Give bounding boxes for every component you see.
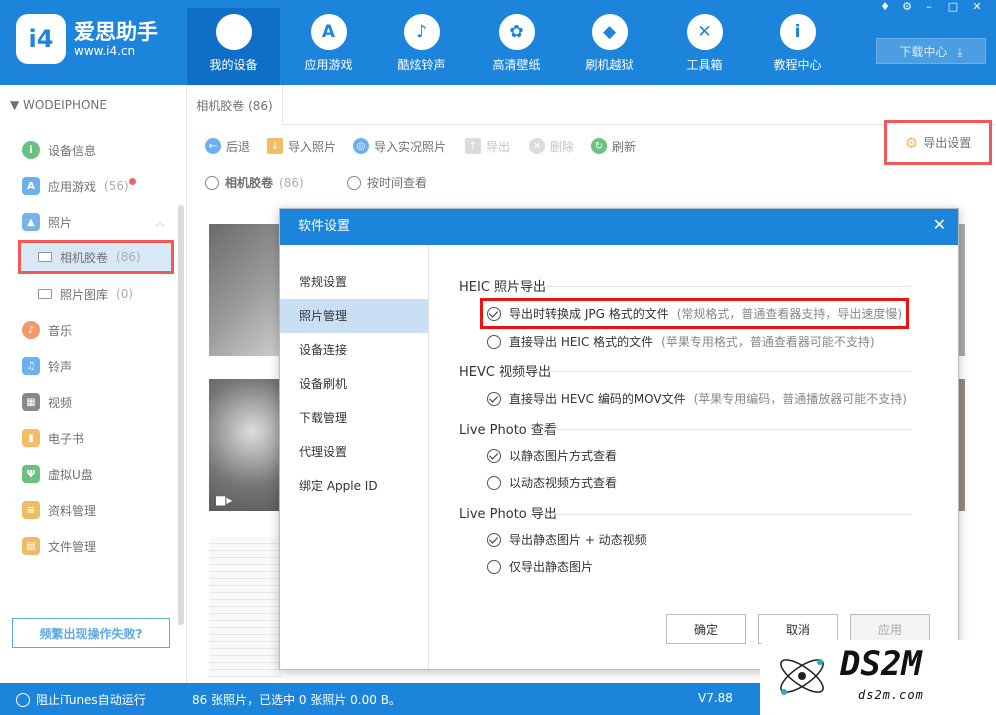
menu-general[interactable]: 常规设置 (280, 265, 428, 299)
option-label: 以静态图片方式查看 (509, 449, 618, 463)
option-label: 仅导出静态图片 (509, 560, 594, 574)
nav-flash-jailbreak[interactable]: ◆ 刷机越狱 (563, 8, 656, 85)
ok-button[interactable]: 确定 (666, 614, 746, 644)
menu-device-flash[interactable]: 设备刷机 (280, 367, 428, 401)
flower-icon: ✿ (498, 14, 535, 50)
settings-menu: 常规设置 照片管理 设备连接 设备刷机 下载管理 代理设置 绑定 Apple I… (280, 245, 429, 669)
option-heic-direct[interactable]: 直接导出 HEIC 格式的文件 (苹果专用格式，普通查看器可能不支持) (487, 333, 875, 350)
section-live-export: Live Photo 导出 (459, 507, 557, 522)
nav-label: 高清壁纸 (492, 58, 541, 72)
settings-icon[interactable]: ⚙ (896, 0, 918, 14)
option-view-static[interactable]: 以静态图片方式查看 (487, 447, 617, 464)
nav-toolbox[interactable]: ✕ 工具箱 (658, 8, 751, 85)
nav-ringtones[interactable]: ♪ 酷炫铃声 (375, 8, 468, 85)
radio-checked[interactable] (487, 306, 501, 321)
radio-button[interactable] (487, 559, 501, 574)
option-label: 导出时转换成 JPG 格式的文件 (509, 307, 669, 321)
option-label: 直接导出 HEIC 格式的文件 (509, 335, 654, 349)
nav-label: 我的设备 (209, 58, 258, 72)
nav-label: 工具箱 (686, 58, 723, 72)
atom-logo-icon (780, 659, 824, 695)
option-label: 导出静态图片 + 动态视频 (509, 533, 647, 547)
nav-my-device[interactable]: 我的设备 (187, 8, 280, 85)
menu-proxy[interactable]: 代理设置 (280, 435, 428, 469)
menu-download-manage[interactable]: 下载管理 (280, 401, 428, 435)
info-icon: i (779, 14, 816, 50)
download-center-button[interactable]: 下载中心 ⤓ (876, 38, 986, 64)
divider (543, 371, 911, 372)
version-label: V7.88 (698, 691, 733, 705)
dropbox-icon: ◆ (591, 14, 628, 50)
dialog-header: 软件设置 (280, 209, 958, 245)
bell-icon: ♪ (403, 14, 440, 50)
menu-apple-id[interactable]: 绑定 Apple ID (280, 469, 428, 503)
apple-icon (215, 14, 252, 50)
option-hint: (苹果专用格式，普通查看器可能不支持) (661, 335, 875, 349)
close-icon[interactable]: ✕ (933, 215, 946, 234)
nav-tutorials[interactable]: i 教程中心 (751, 8, 844, 85)
nav-label: 酷炫铃声 (397, 58, 446, 72)
divider (543, 286, 911, 287)
option-export-both[interactable]: 导出静态图片 + 动态视频 (487, 531, 647, 548)
maximize-icon[interactable]: □ (942, 0, 964, 14)
nav-label: 刷机越狱 (585, 58, 634, 72)
dialog-title: 软件设置 (298, 219, 351, 234)
download-icon: ⤓ (957, 45, 963, 59)
section-heic: HEIC 照片导出 (459, 280, 547, 295)
watermark: DS2M ds2m.com (760, 640, 996, 715)
menu-photo-manage[interactable]: 照片管理 (280, 299, 428, 333)
option-hint: (苹果专用编码，普通播放器可能不支持) (693, 392, 907, 406)
option-heic-to-jpg[interactable]: 导出时转换成 JPG 格式的文件 (常规格式，普通查看器支持，导出速度慢) (479, 298, 910, 329)
download-center-label: 下载中心 (899, 45, 948, 59)
minimize-icon[interactable]: – (918, 0, 940, 14)
settings-dialog: 软件设置 ✕ 常规设置 照片管理 设备连接 设备刷机 下载管理 代理设置 绑定 … (279, 208, 959, 670)
radio-checked[interactable] (487, 391, 501, 406)
radio-button[interactable] (487, 475, 501, 490)
app-logo: i4 (16, 14, 66, 64)
toggle-circle-icon (16, 692, 30, 707)
divider (543, 429, 911, 430)
divider (543, 514, 911, 515)
top-bar: i4 爱思助手 www.i4.cn 我的设备 A 应用游戏 ♪ 酷炫铃声 ✿ 高… (0, 0, 996, 85)
option-label: 以动态视频方式查看 (509, 476, 618, 490)
radio-checked[interactable] (487, 448, 501, 463)
close-icon[interactable]: ✕ (966, 0, 988, 14)
nav-label: 应用游戏 (304, 58, 353, 72)
section-hevc: HEVC 视频导出 (459, 365, 552, 380)
tools-icon: ✕ (686, 14, 723, 50)
photo-summary: 86 张照片，已选中 0 张照片 0.00 B。 (192, 693, 401, 707)
option-hint: (常规格式，普通查看器支持，导出速度慢) (676, 307, 903, 321)
radio-button[interactable] (487, 334, 501, 349)
app-store-icon: A (310, 14, 347, 50)
nav-label: 教程中心 (773, 58, 822, 72)
skin-icon[interactable]: ♦ (874, 0, 896, 14)
block-itunes-label: 阻止iTunes自动运行 (36, 693, 146, 707)
option-hevc-direct[interactable]: 直接导出 HEVC 编码的MOV文件 (苹果专用编码，普通播放器可能不支持) (487, 390, 907, 407)
option-export-static[interactable]: 仅导出静态图片 (487, 558, 593, 575)
nav-apps-games[interactable]: A 应用游戏 (282, 8, 375, 85)
app-url: www.i4.cn (74, 44, 136, 58)
option-label: 直接导出 HEVC 编码的MOV文件 (509, 392, 686, 406)
block-itunes-toggle[interactable]: 阻止iTunes自动运行 (16, 691, 146, 708)
menu-device-connect[interactable]: 设备连接 (280, 333, 428, 367)
option-view-video[interactable]: 以动态视频方式查看 (487, 474, 617, 491)
app-name: 爱思助手 (74, 20, 158, 44)
watermark-domain: ds2m.com (858, 688, 924, 702)
nav-wallpapers[interactable]: ✿ 高清壁纸 (470, 8, 563, 85)
watermark-title: DS2M (840, 644, 922, 684)
radio-checked[interactable] (487, 532, 501, 547)
